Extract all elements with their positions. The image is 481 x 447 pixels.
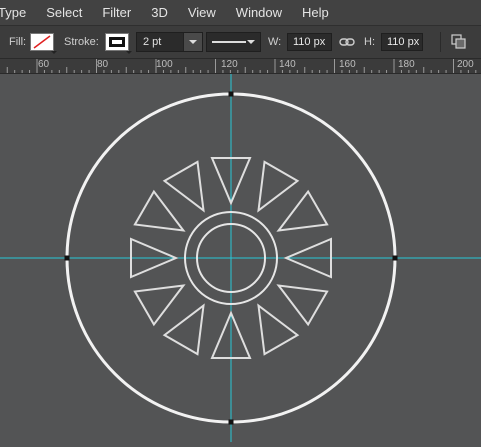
menu-type[interactable]: Type xyxy=(0,5,26,20)
height-value: 110 px xyxy=(387,36,420,48)
stroke-swatch[interactable] xyxy=(105,33,132,54)
stroke-dropdown-arrow-icon xyxy=(126,51,132,54)
menu-help[interactable]: Help xyxy=(302,5,329,20)
anchor-point[interactable] xyxy=(228,91,234,97)
ruler-tick-label: 180 xyxy=(398,59,415,70)
options-bar: Fill: Stroke: 2 pt W: 110 px H: 110 px xyxy=(0,26,481,59)
petal-triangle[interactable] xyxy=(276,189,329,232)
ruler-tick-label: 160 xyxy=(339,59,356,70)
menu-view[interactable]: View xyxy=(188,5,216,20)
menu-filter[interactable]: Filter xyxy=(102,5,131,20)
stroke-width-value: 2 pt xyxy=(143,36,162,48)
stroke-width-select[interactable]: 2 pt xyxy=(136,32,203,52)
width-label: W: xyxy=(268,36,282,48)
fill-label: Fill: xyxy=(9,36,27,48)
petal-triangle[interactable] xyxy=(133,284,186,327)
width-field[interactable]: 110 px xyxy=(287,33,332,51)
link-icon[interactable] xyxy=(339,37,355,47)
ruler-tick-label: 120 xyxy=(221,59,238,70)
menu-window[interactable]: Window xyxy=(236,5,282,20)
ruler-tick-label: 80 xyxy=(97,59,109,70)
stroke-line-style-icon xyxy=(212,41,246,43)
height-field[interactable]: 110 px xyxy=(381,33,423,51)
petal-triangle[interactable] xyxy=(162,160,205,213)
stroke-label: Stroke: xyxy=(64,36,99,48)
petal-triangle[interactable] xyxy=(162,303,205,356)
anchor-point[interactable] xyxy=(64,255,70,261)
petal-triangle[interactable] xyxy=(133,189,186,232)
height-label: H: xyxy=(364,36,375,48)
ruler-tick-label: 60 xyxy=(38,59,50,70)
menu-select[interactable]: Select xyxy=(46,5,82,20)
stroke-type-select[interactable] xyxy=(206,32,261,52)
menu-bar: Type Select Filter 3D View Window Help xyxy=(0,0,481,26)
chevron-down-icon xyxy=(247,40,255,44)
horizontal-ruler: 60 80 100 120 140 160 180 200 xyxy=(0,59,481,74)
petal-triangle[interactable] xyxy=(257,303,300,356)
path-arrange-icon[interactable] xyxy=(450,33,468,51)
anchor-point[interactable] xyxy=(392,255,398,261)
petal-triangle[interactable] xyxy=(257,160,300,213)
options-separator xyxy=(440,32,441,52)
fill-swatch[interactable] xyxy=(30,33,57,54)
width-value: 110 px xyxy=(293,36,326,48)
fill-dropdown-arrow-icon xyxy=(51,51,57,54)
ruler-tick-label: 140 xyxy=(279,59,296,70)
artwork xyxy=(0,74,481,442)
ruler-tick-label: 100 xyxy=(156,59,173,70)
petal-triangle[interactable] xyxy=(276,284,329,327)
stroke-width-dropdown[interactable] xyxy=(183,33,202,51)
anchor-point[interactable] xyxy=(228,419,234,425)
document-canvas[interactable] xyxy=(0,74,481,442)
guides xyxy=(0,74,481,442)
no-fill-icon xyxy=(33,35,51,49)
ruler-tick-label: 200 xyxy=(457,59,474,70)
chevron-down-icon xyxy=(189,40,197,44)
menu-3d[interactable]: 3D xyxy=(151,5,168,20)
